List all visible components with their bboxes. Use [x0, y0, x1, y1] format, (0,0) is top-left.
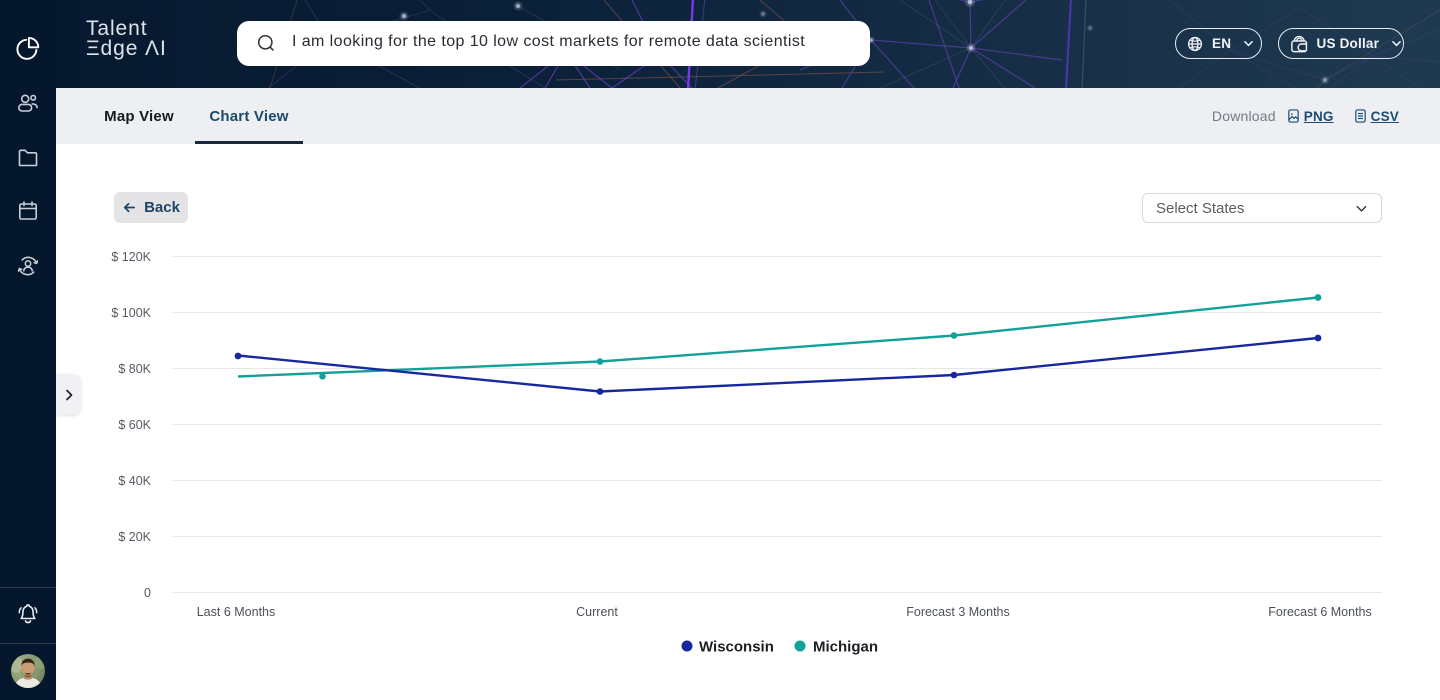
svg-text:Current: Current: [576, 605, 618, 619]
svg-text:$ 100K: $ 100K: [111, 306, 151, 320]
svg-text:Forecast 6 Months: Forecast 6 Months: [1268, 605, 1372, 619]
svg-text:Wisconsin: Wisconsin: [699, 639, 774, 656]
svg-text:$ 80K: $ 80K: [118, 362, 151, 376]
svg-text:Last 6 Months: Last 6 Months: [197, 605, 276, 619]
svg-text:$ 60K: $ 60K: [118, 418, 151, 432]
svg-text:0: 0: [144, 586, 151, 600]
svg-text:Forecast 3 Months: Forecast 3 Months: [906, 605, 1010, 619]
svg-text:Michigan: Michigan: [813, 639, 878, 656]
svg-text:$ 120K: $ 120K: [111, 250, 151, 264]
svg-text:$ 40K: $ 40K: [118, 474, 151, 488]
svg-text:$ 20K: $ 20K: [118, 530, 151, 544]
